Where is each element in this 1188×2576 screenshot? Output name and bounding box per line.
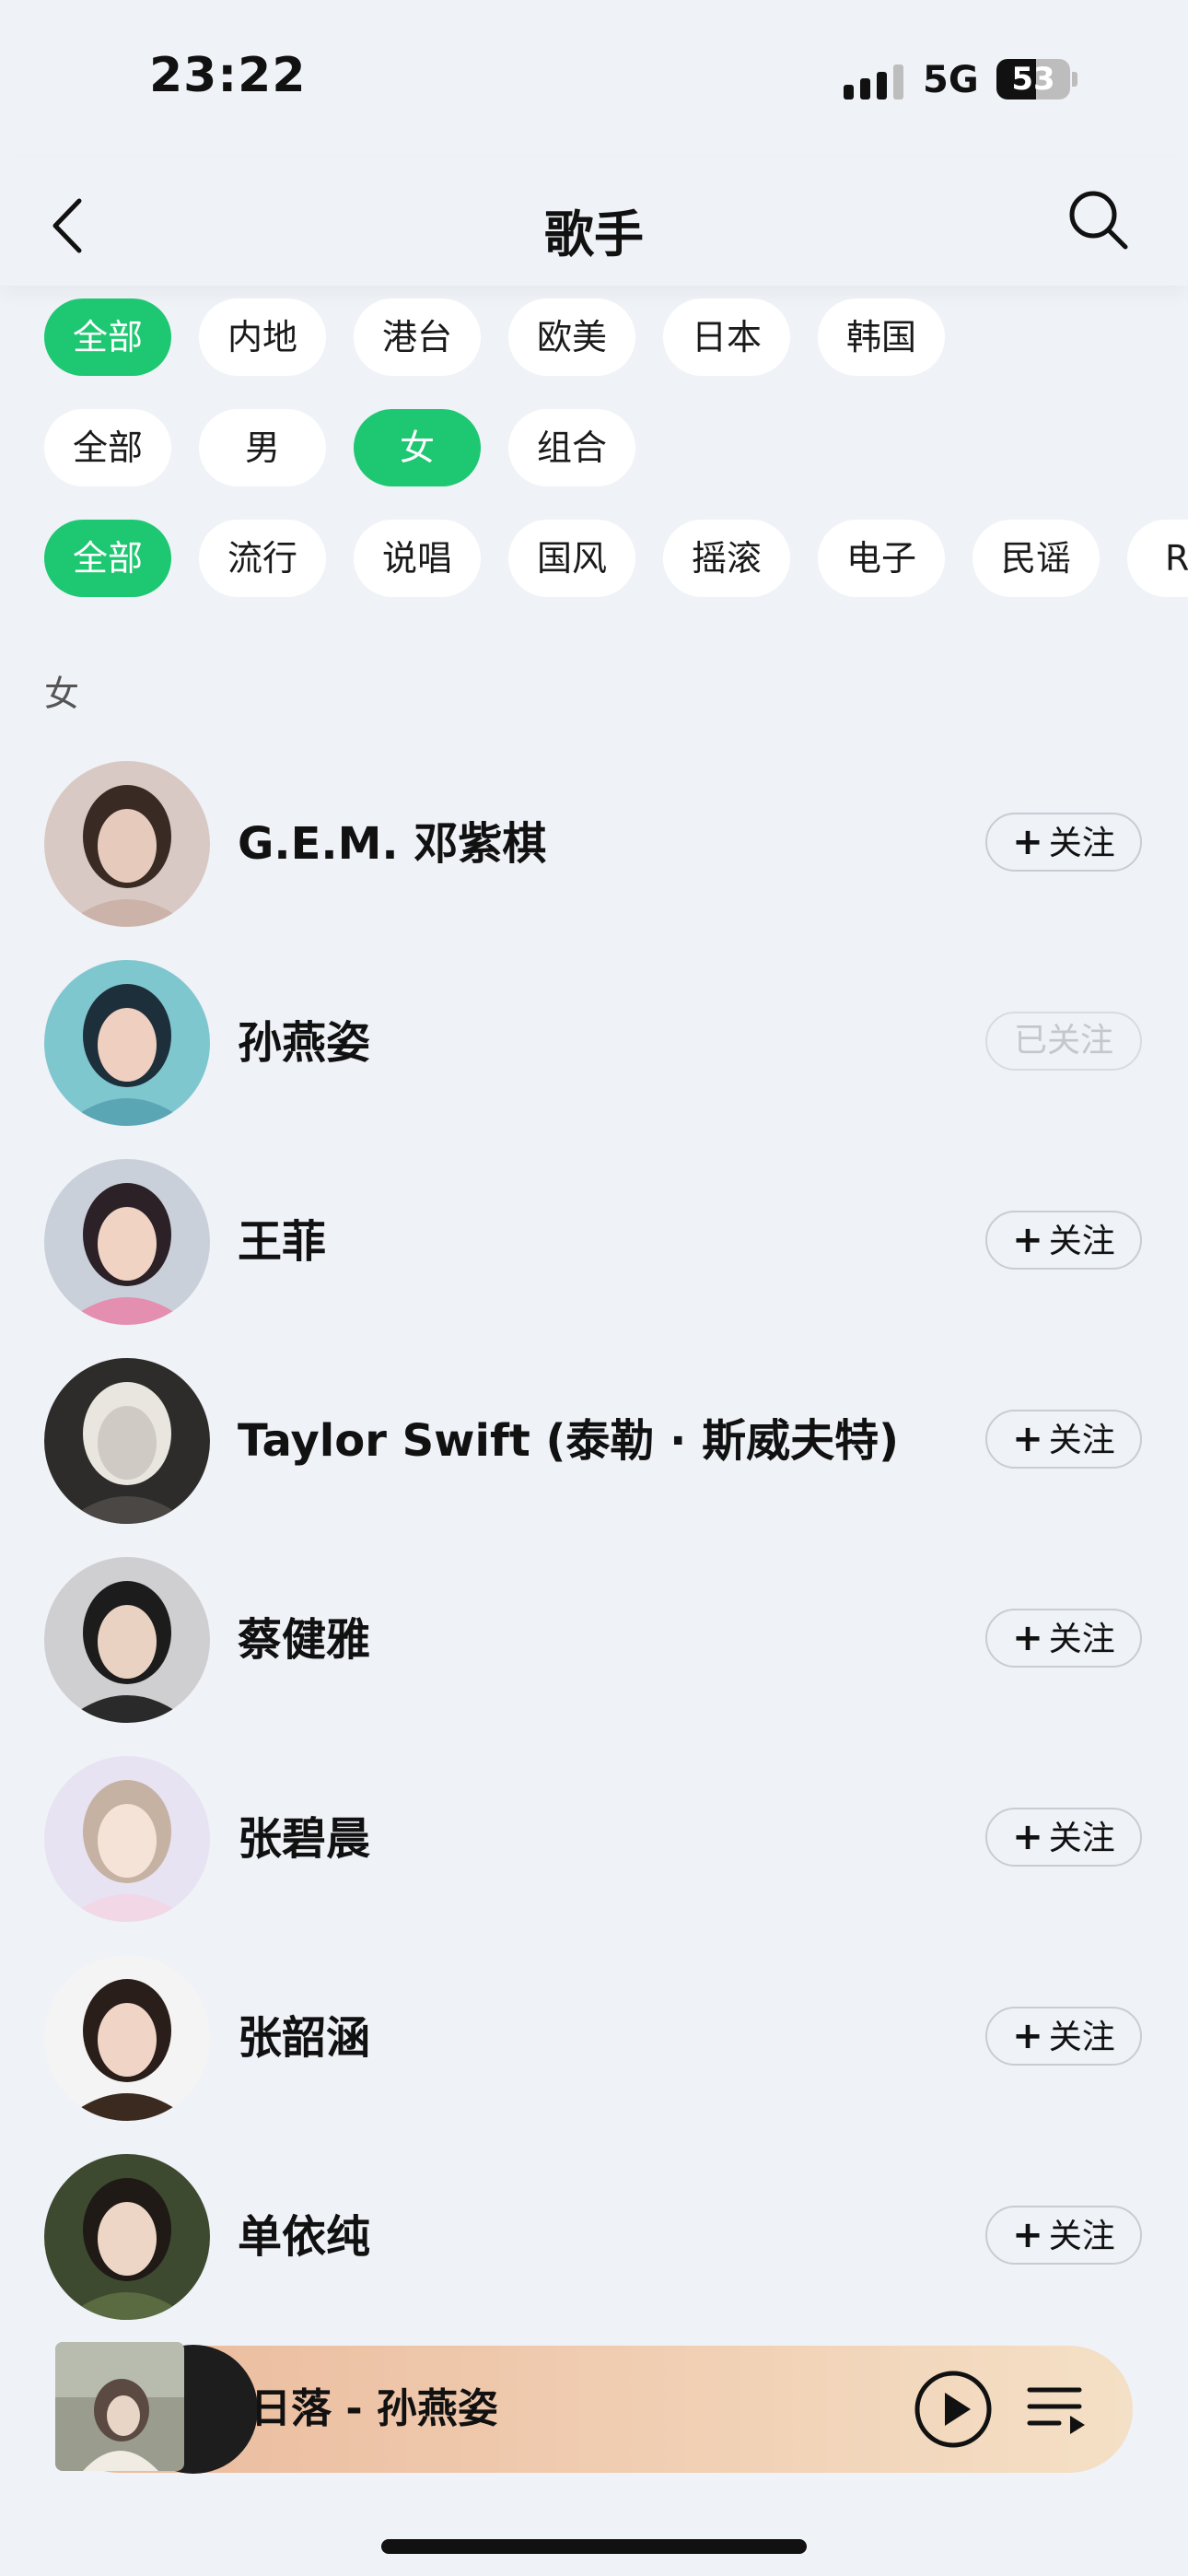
artist-name[interactable]: 张碧晨 [238, 1739, 370, 1938]
filter-chip[interactable]: 全部 [44, 299, 171, 376]
filter-chip[interactable]: 全部 [44, 520, 171, 597]
follow-button[interactable]: + 关注 [985, 813, 1142, 872]
follow-label: 关注 [1048, 1820, 1115, 1857]
plus-icon: + [1012, 1816, 1043, 1858]
follow-button[interactable]: + 关注 [985, 1609, 1142, 1668]
filter-chip[interactable]: 全部 [44, 409, 171, 486]
play-icon [945, 2393, 971, 2426]
filter-chip[interactable]: 女 [354, 409, 481, 486]
section-label: 女 [44, 673, 80, 714]
follow-label: 关注 [1048, 1223, 1115, 1260]
filter-chip[interactable]: 组合 [508, 409, 635, 486]
playlist-icon [1027, 2387, 1085, 2434]
filter-chip[interactable]: 说唱 [354, 520, 481, 597]
plus-icon: + [1012, 2015, 1043, 2057]
artist-avatar[interactable] [44, 1557, 210, 1723]
artist-avatar[interactable] [44, 1955, 210, 2121]
filter-chip[interactable]: 韩国 [818, 299, 945, 376]
artist-row[interactable]: 张碧晨 + 关注 [0, 1739, 1188, 1938]
filter-chip[interactable]: 流行 [199, 520, 326, 597]
follow-label: 关注 [1048, 1422, 1115, 1459]
artist-row[interactable]: 单依纯 + 关注 [0, 2137, 1188, 2336]
nav-bar: 歌手 [0, 157, 1188, 286]
playlist-button[interactable] [1024, 2377, 1090, 2443]
follow-button[interactable]: + 关注 [985, 2007, 1142, 2066]
artist-avatar[interactable] [44, 761, 210, 927]
plus-icon: + [1012, 821, 1043, 863]
follow-button[interactable]: + 关注 [985, 1808, 1142, 1867]
artist-avatar[interactable] [44, 1159, 210, 1325]
artist-avatar[interactable] [44, 2154, 210, 2320]
follow-button[interactable]: + 关注 [985, 1410, 1142, 1469]
filter-chip[interactable]: 欧美 [508, 299, 635, 376]
artist-name[interactable]: 王菲 [238, 1142, 326, 1341]
follow-label: 已关注 [1013, 1022, 1113, 1060]
mini-player[interactable]: 日落 - 孙燕姿 [55, 2342, 1133, 2474]
follow-label: 关注 [1048, 825, 1115, 862]
album-disc[interactable] [55, 2342, 258, 2476]
filter-chip[interactable]: 电子 [818, 520, 945, 597]
filter-chip[interactable]: 民谣 [973, 520, 1100, 597]
artist-name[interactable]: 张韶涵 [238, 1938, 370, 2137]
follow-label: 关注 [1048, 2019, 1115, 2056]
filter-chip[interactable]: 港台 [354, 299, 481, 376]
followed-button[interactable]: 已关注 [985, 1012, 1142, 1071]
page-title: 歌手 [544, 205, 644, 263]
filter-chip[interactable]: 国风 [508, 520, 635, 597]
plus-icon: + [1012, 2214, 1043, 2256]
plus-icon: + [1012, 1219, 1043, 1261]
artist-row[interactable]: Taylor Swift (泰勒 · 斯威夫特) + 关注 [0, 1341, 1188, 1540]
album-cover [55, 2342, 184, 2471]
search-icon [1069, 191, 1128, 250]
follow-button[interactable]: + 关注 [985, 1211, 1142, 1270]
battery-level: 53 [1011, 61, 1055, 98]
artist-row[interactable]: 张韶涵 + 关注 [0, 1938, 1188, 2137]
artist-avatar[interactable] [44, 960, 210, 1126]
artist-name[interactable]: 蔡健雅 [238, 1540, 370, 1739]
follow-label: 关注 [1048, 2218, 1115, 2255]
follow-label: 关注 [1048, 1621, 1115, 1658]
artist-row[interactable]: 王菲 + 关注 [0, 1142, 1188, 1341]
filter-chip[interactable]: 日本 [663, 299, 790, 376]
status-bar: 23:22 5G 53 [0, 0, 1188, 157]
artist-name[interactable]: 孙燕姿 [238, 943, 370, 1142]
filter-chip[interactable]: R& [1127, 520, 1188, 597]
follow-button[interactable]: + 关注 [985, 2206, 1142, 2265]
artist-name[interactable]: G.E.M. 邓紫棋 [238, 744, 546, 943]
artist-row[interactable]: 蔡健雅 + 关注 [0, 1540, 1188, 1739]
artist-avatar[interactable] [44, 1756, 210, 1922]
artist-name[interactable]: 单依纯 [238, 2137, 370, 2336]
now-playing-title: 日落 - 孙燕姿 [250, 2385, 498, 2432]
status-time: 23:22 [149, 48, 307, 103]
play-button[interactable] [914, 2370, 993, 2449]
battery-icon: 53 [996, 59, 1077, 100]
filter-chip[interactable]: 摇滚 [663, 520, 790, 597]
network-type: 5G [923, 59, 979, 101]
artist-row[interactable]: 孙燕姿 已关注 [0, 943, 1188, 1142]
plus-icon: + [1012, 1617, 1043, 1659]
plus-icon: + [1012, 1418, 1043, 1460]
filter-chip[interactable]: 内地 [199, 299, 326, 376]
artist-avatar[interactable] [44, 1358, 210, 1524]
artist-row[interactable]: G.E.M. 邓紫棋 + 关注 [0, 744, 1188, 943]
cellular-signal-icon [844, 64, 903, 100]
filter-chip[interactable]: 男 [199, 409, 326, 486]
home-indicator [381, 2539, 807, 2554]
artist-list-page: 23:22 5G 53 歌手 全部 内地 港台 欧美 日本 韩国 全部男女组合 全部 流行说… [0, 0, 1188, 2576]
search-button[interactable] [1065, 186, 1131, 252]
artist-name[interactable]: Taylor Swift (泰勒 · 斯威夫特) [238, 1341, 899, 1540]
